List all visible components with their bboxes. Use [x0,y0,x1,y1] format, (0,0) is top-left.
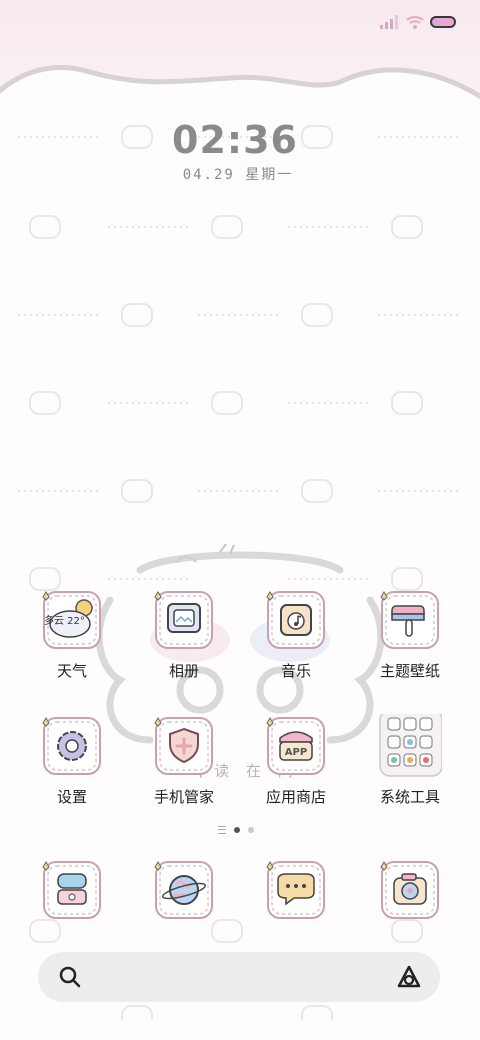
svg-text:APP: APP [285,747,307,758]
app-label: 应用商店 [265,788,326,806]
app-music[interactable]: 音乐 [246,588,346,708]
app-store-icon: APP [266,717,325,775]
camera-icon [380,861,439,919]
status-bar [380,12,456,32]
app-phone-manager[interactable]: 手机管家 [134,714,234,834]
app-app-store[interactable]: APP 应用商店 [246,714,346,834]
app-label: 主题壁纸 [379,662,440,680]
folder-grid-icon [379,714,442,777]
app-label: 手机管家 [153,788,214,806]
globe-icon [154,861,213,919]
app-settings[interactable]: 设置 [22,714,122,834]
app-label: 系统工具 [379,788,440,806]
app-label: 音乐 [280,662,311,680]
photo-frame-icon [154,591,213,649]
page-dot-active[interactable] [234,827,240,833]
battery-icon [430,16,456,28]
chat-bubble-icon [266,861,325,919]
clock-date[interactable]: 04.29 星期一 [0,164,476,184]
record-player-icon [266,591,325,649]
app-gallery[interactable]: 相册 [134,588,234,708]
gear-icon [42,717,101,775]
app-label: 设置 [56,788,87,806]
signal-bars-icon [380,15,398,29]
app-system-tools[interactable]: 系统工具 [360,714,460,834]
assistant-icon[interactable] [396,964,422,990]
telephone-icon [42,861,101,919]
page-indicator[interactable] [218,826,254,834]
page-list-icon[interactable] [218,826,226,834]
search-icon[interactable] [58,965,82,989]
app-label: 相册 [168,662,199,680]
clock-time[interactable]: 02:36 [0,118,470,162]
app-weather[interactable]: 多云 22° 天气 [22,588,122,708]
paint-brush-icon [380,591,439,649]
weather-badge: 多云 22° [44,616,85,627]
wifi-icon [406,16,424,29]
search-bar[interactable] [38,952,440,1002]
page-dot[interactable] [248,827,254,833]
app-themes[interactable]: 主题壁纸 [360,588,460,708]
app-label: 天气 [56,662,87,680]
shield-icon [154,717,213,775]
